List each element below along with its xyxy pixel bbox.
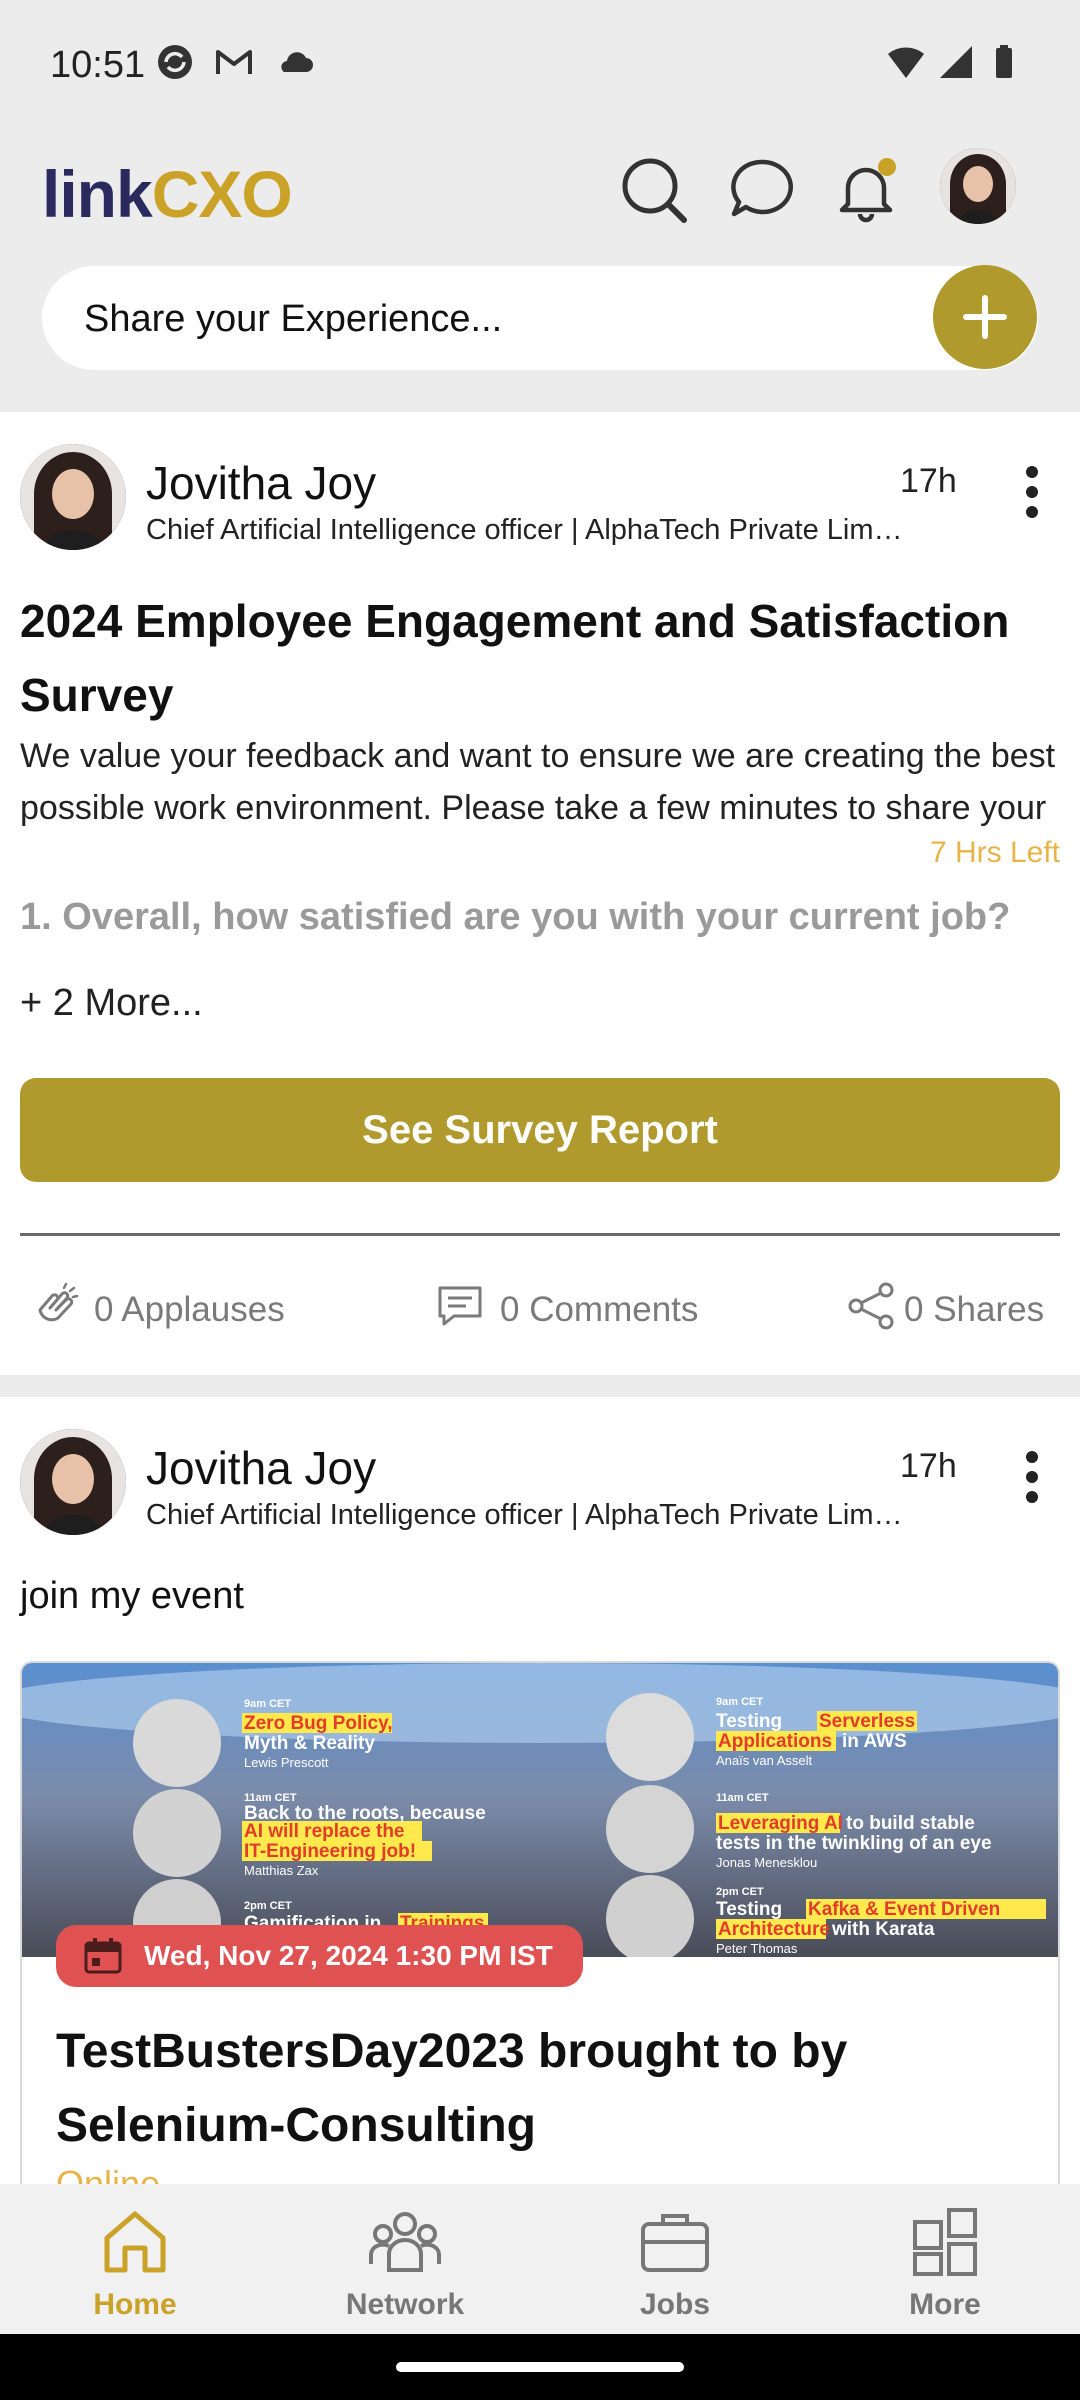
divider [20,1233,1060,1236]
banner-text: Peter Thomas [716,1941,798,1956]
home-gesture-handle[interactable] [396,2362,684,2372]
banner-text: 9am CET [716,1696,763,1708]
banner-text: Architecture [718,1919,830,1940]
banner-text: 11am CET [716,1792,769,1804]
applause-button[interactable]: 0 Applauses [30,1278,330,1338]
event-date: Wed, Nov 27, 2024 1:30 PM IST [144,1940,553,1971]
share-icon [848,1282,894,1330]
status-time: 10:51 [50,44,146,86]
banner-text: Testing [716,1711,782,1732]
post-time: 17h [900,462,957,500]
chat-icon[interactable] [722,150,802,230]
event-banner-image: 9am CET Zero Bug Policy, Myth & Reality … [22,1663,1058,1957]
time-left-label: 7 Hrs Left [929,836,1060,869]
comment-button[interactable]: 0 Comments [434,1278,734,1338]
author-avatar[interactable] [20,444,126,550]
more-questions-link[interactable]: + 2 More... [20,982,203,1025]
network-icon [369,2212,441,2272]
comment-icon [438,1286,482,1326]
banner-text: in AWS [842,1731,907,1752]
banner-text: with Karata [831,1919,935,1940]
banner-text: to build stable [846,1813,975,1834]
cloud-icon [281,52,313,72]
share-count: 0 Shares [904,1290,1045,1329]
calendar-icon [84,1938,122,1974]
banner-text: Zero Bug Policy, [244,1713,393,1734]
banner-text: AI will replace the [244,1821,405,1842]
event-title[interactable]: TestBustersDay2023 brought to by Seleniu… [56,2015,1016,2163]
share-button[interactable]: 0 Shares [846,1278,1066,1338]
more-options-icon[interactable] [1022,1451,1042,1511]
share-experience-input[interactable]: Share your Experience... [42,266,1038,370]
banner-text: Leveraging AI [718,1813,843,1834]
create-post-button[interactable] [933,265,1037,369]
nav-more-label: More [909,2288,981,2321]
nav-jobs[interactable]: Jobs [540,2184,810,2334]
banner-text: Kafka & Event Driven [808,1899,1000,1920]
see-survey-report-button[interactable]: See Survey Report [20,1078,1060,1182]
author-avatar[interactable] [20,1429,126,1535]
banner-text: 9am CET [244,1698,291,1710]
event-date-badge: Wed, Nov 27, 2024 1:30 PM IST [56,1925,583,1987]
nav-network-label: Network [345,2288,465,2321]
grid-icon [913,2208,977,2276]
post-text: join my event [20,1575,244,1617]
banner-text: IT-Engineering job! [244,1841,416,1862]
status-bar: 10:51 [0,0,1080,130]
banner-text: Testing [716,1899,782,1920]
banner-text: Lewis Prescott [244,1755,329,1770]
gesture-bar [0,2334,1080,2400]
bottom-navigation: Home Network Jobs More [0,2184,1080,2334]
survey-description: We value your feedback and want to ensur… [20,737,1056,827]
nav-more[interactable]: More [810,2184,1080,2334]
sync-icon [158,45,192,79]
nav-home[interactable]: Home [0,2184,270,2334]
banner-text: Myth & Reality [244,1733,375,1754]
app-header: linkCXO Share your Experience... [0,130,1080,410]
author-name[interactable]: Jovitha Joy [146,456,376,510]
search-icon[interactable] [614,150,694,230]
profile-avatar[interactable] [940,148,1016,224]
home-icon [104,2211,166,2273]
survey-post-card: Jovitha Joy Chief Artificial Intelligenc… [0,412,1080,1375]
gmail-icon [216,50,252,74]
author-headline: Chief Artificial Intelligence officer | … [146,1499,906,1531]
linkcxo-logo[interactable]: linkCXO [42,156,293,236]
briefcase-icon [641,2214,709,2272]
battery-icon [996,45,1012,78]
banner-text: 2pm CET [244,1900,292,1912]
survey-question[interactable]: 1. Overall, how satisfied are you with y… [20,896,1010,939]
nav-home-label: Home [93,2288,177,2321]
banner-text: 2pm CET [716,1886,764,1898]
nav-network[interactable]: Network [270,2184,540,2334]
applause-icon [38,1282,79,1322]
author-name[interactable]: Jovitha Joy [146,1441,376,1495]
survey-title: 2024 Employee Engagement and Satisfactio… [20,595,1010,721]
wifi-icon [888,47,924,78]
more-options-icon[interactable] [1022,466,1042,526]
comment-count: 0 Comments [500,1290,699,1329]
banner-text: Matthias Zax [244,1863,319,1878]
share-placeholder: Share your Experience... [84,298,503,340]
signal-icon [940,46,972,78]
banner-text: Jonas Menesklou [716,1855,817,1870]
banner-text: tests in the twinkling of an eye [716,1833,992,1854]
logo-text-cxo: CXO [151,157,293,231]
applause-count: 0 Applauses [94,1290,285,1329]
logo-text-link: link [42,157,153,231]
banner-text: Anaïs van Asselt [716,1753,812,1768]
notification-bell-icon[interactable] [826,150,906,230]
banner-text: Applications [718,1731,832,1752]
post-time: 17h [900,1447,957,1485]
banner-text: Serverless [819,1711,915,1732]
nav-jobs-label: Jobs [639,2288,711,2321]
author-headline: Chief Artificial Intelligence officer | … [146,514,906,546]
